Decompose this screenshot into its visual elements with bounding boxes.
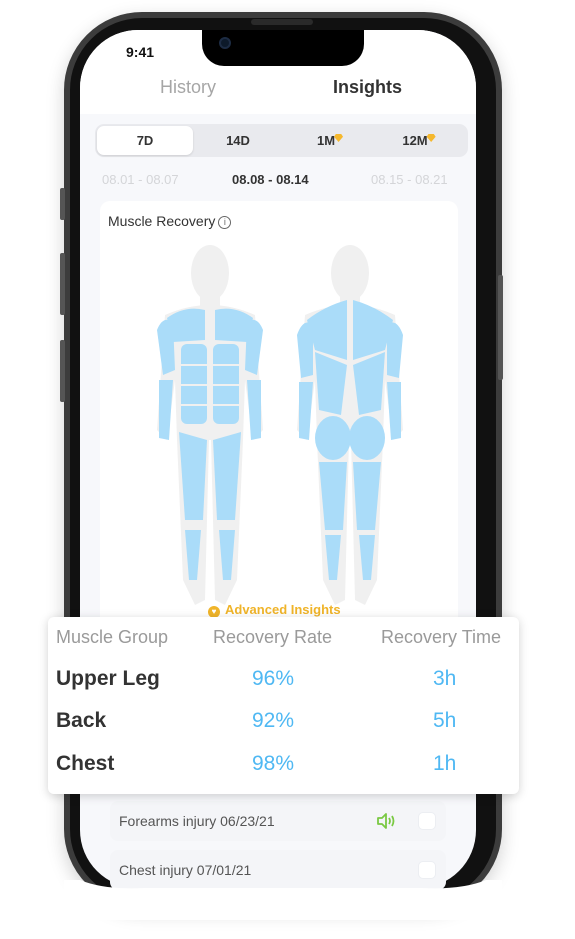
period-12m[interactable]: 12M xyxy=(371,124,467,157)
recovery-table-popup: Muscle Group Recovery Rate Recovery Time… xyxy=(48,617,519,794)
header-recovery-time: Recovery Time xyxy=(381,627,502,647)
camera xyxy=(219,37,231,49)
injury-list-item[interactable]: Forearms injury 06/23/21 xyxy=(110,801,446,841)
date-range-next[interactable]: 08.15 - 08.21 xyxy=(371,172,448,187)
injury-label: Forearms injury 06/23/21 xyxy=(119,813,275,829)
period-label: 1M xyxy=(316,133,336,148)
row-rate: 98% xyxy=(252,752,295,775)
status-time: 9:41 xyxy=(126,44,155,60)
injury-checkbox[interactable] xyxy=(418,861,436,879)
period-label: 7D xyxy=(136,133,154,148)
tab-insights[interactable]: Insights xyxy=(333,77,402,98)
body-front-figure[interactable] xyxy=(145,240,275,620)
date-range-previous[interactable]: 08.01 - 08.07 xyxy=(102,172,179,187)
row-group: Chest xyxy=(56,752,115,775)
advanced-insights-link[interactable]: ♥ Advanced Insights xyxy=(208,602,341,618)
row-rate: 96% xyxy=(252,667,295,690)
info-icon[interactable]: i xyxy=(218,216,232,229)
speaker xyxy=(251,19,313,25)
speaker-sound-icon[interactable] xyxy=(376,813,396,829)
period-label: 14D xyxy=(226,133,250,148)
card-title-text: Muscle Recovery xyxy=(108,213,216,229)
injury-label: Chest injury 07/01/21 xyxy=(119,862,252,878)
row-time: 5h xyxy=(433,709,457,732)
row-time: 3h xyxy=(433,667,457,690)
bottom-bezel xyxy=(64,880,502,920)
premium-gem-icon xyxy=(334,134,344,142)
row-time: 1h xyxy=(433,752,457,775)
body-back-figure[interactable] xyxy=(285,240,415,620)
period-14d[interactable]: 14D xyxy=(190,124,286,157)
tab-history[interactable]: History xyxy=(160,77,216,98)
power-button xyxy=(498,275,503,380)
injury-checkbox[interactable] xyxy=(418,812,436,830)
row-group: Upper Leg xyxy=(56,667,160,690)
advanced-insights-label: Advanced Insights xyxy=(225,602,341,617)
body-silhouette-back xyxy=(297,245,403,605)
period-7d[interactable]: 7D xyxy=(97,124,193,157)
row-group: Back xyxy=(56,709,107,732)
header-muscle-group: Muscle Group xyxy=(56,627,169,647)
period-selector: 7D 14D 1M 12M xyxy=(95,124,468,157)
row-rate: 92% xyxy=(252,709,295,732)
volume-up-button xyxy=(60,253,65,315)
period-1m[interactable]: 1M xyxy=(282,124,378,157)
mute-switch xyxy=(60,188,65,220)
muscle-recovery-title: Muscle Recovery i xyxy=(108,213,232,229)
period-label: 12M xyxy=(402,133,428,148)
header-recovery-rate: Recovery Rate xyxy=(213,627,333,647)
volume-down-button xyxy=(60,340,65,402)
date-range-current: 08.08 - 08.14 xyxy=(232,172,309,187)
